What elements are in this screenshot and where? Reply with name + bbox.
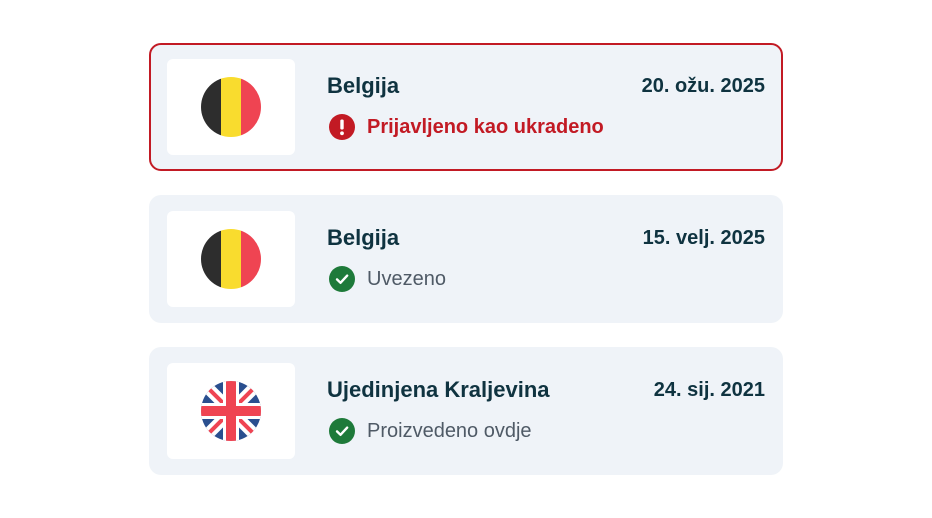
history-card-manufactured[interactable]: Ujedinjena Kraljevina 24. sij. 2021 Proi… xyxy=(149,347,783,475)
check-circle-icon xyxy=(329,418,355,444)
status-row: Prijavljeno kao ukradeno xyxy=(329,114,604,140)
status-row: Proizvedeno ovdje xyxy=(329,418,532,444)
country-name: Belgija xyxy=(327,225,400,250)
flag-container xyxy=(167,363,295,459)
event-date: 20. ožu. 2025 xyxy=(641,75,765,97)
uk-flag-icon xyxy=(201,381,261,441)
country-name: Belgija xyxy=(327,73,400,98)
check-circle-icon xyxy=(329,266,355,292)
status-label: Uvezeno xyxy=(367,267,446,290)
country-name: Ujedinjena Kraljevina xyxy=(327,377,550,402)
status-label: Proizvedeno ovdje xyxy=(367,419,532,442)
event-date: 24. sij. 2021 xyxy=(653,379,765,401)
status-row: Uvezeno xyxy=(329,266,446,292)
event-date: 15. velj. 2025 xyxy=(642,227,765,249)
belgium-flag-icon xyxy=(201,77,261,137)
status-label: Prijavljeno kao ukradeno xyxy=(367,115,604,138)
flag-container xyxy=(167,211,295,307)
history-card-imported[interactable]: Belgija 15. velj. 2025 Uvezeno xyxy=(149,195,783,323)
alert-icon xyxy=(329,114,355,140)
history-card-stolen[interactable]: Belgija 20. ožu. 2025 Prijavljeno kao uk… xyxy=(149,43,783,171)
belgium-flag-icon xyxy=(201,229,261,289)
flag-container xyxy=(167,59,295,155)
